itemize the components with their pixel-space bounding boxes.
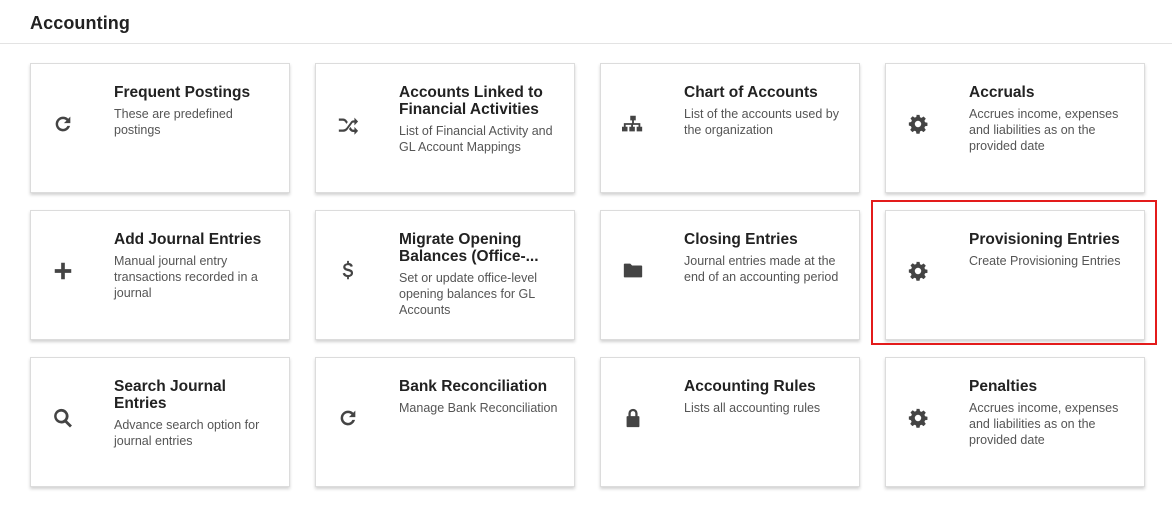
card-closing-entries[interactable]: Closing Entries Journal entries made at … <box>600 210 860 340</box>
card-text: Accounting Rules Lists all accounting ru… <box>684 378 847 416</box>
search-icon <box>51 406 75 430</box>
card-title: Add Journal Entries <box>114 231 262 248</box>
card-text: Frequent Postings These are predefined p… <box>114 84 277 138</box>
card-text: Provisioning Entries Create Provisioning… <box>969 231 1132 269</box>
card-description: Advance search option for journal entrie… <box>114 418 260 448</box>
card-description: Create Provisioning Entries <box>969 254 1121 268</box>
card-text: Accounts Linked to Financial Activities … <box>399 84 562 155</box>
card-add-journal-entries[interactable]: Add Journal Entries Manual journal entry… <box>30 210 290 340</box>
accounting-page: Accounting Frequent Postings These are p… <box>0 0 1172 512</box>
accounting-cards-grid: Frequent Postings These are predefined p… <box>30 63 1145 487</box>
plus-icon <box>51 259 75 283</box>
card-text: Chart of Accounts List of the accounts u… <box>684 84 847 138</box>
card-title: Bank Reconciliation <box>399 378 548 395</box>
page-title: Accounting <box>30 13 130 33</box>
card-text: Add Journal Entries Manual journal entry… <box>114 231 277 301</box>
card-title: Provisioning Entries <box>969 231 1120 248</box>
card-title: Penalties <box>969 378 1038 395</box>
gear-icon <box>906 259 930 283</box>
refresh-icon <box>51 112 75 136</box>
card-title: Frequent Postings <box>114 84 251 101</box>
card-title: Accruals <box>969 84 1035 101</box>
card-accounting-rules[interactable]: Accounting Rules Lists all accounting ru… <box>600 357 860 487</box>
card-search-journal-entries[interactable]: Search Journal Entries Advance search op… <box>30 357 290 487</box>
refresh-icon <box>336 406 360 430</box>
card-text: Search Journal Entries Advance search op… <box>114 378 277 449</box>
gear-icon <box>906 112 930 136</box>
card-description: Accrues income, expenses and liabilities… <box>969 401 1119 447</box>
card-title: Migrate Opening Balances (Office-... <box>399 231 539 265</box>
card-frequent-postings[interactable]: Frequent Postings These are predefined p… <box>30 63 290 193</box>
card-description: Manage Bank Reconciliation <box>399 401 558 415</box>
card-description: Lists all accounting rules <box>684 401 821 415</box>
card-migrate-opening-balances[interactable]: Migrate Opening Balances (Office-... Set… <box>315 210 575 340</box>
card-text: Migrate Opening Balances (Office-... Set… <box>399 231 562 318</box>
gear-icon <box>906 406 930 430</box>
lock-icon <box>621 406 645 430</box>
card-description: List of Financial Activity and GL Accoun… <box>399 124 553 154</box>
card-description: These are predefined postings <box>114 107 233 137</box>
card-description: Set or update office-level opening balan… <box>399 271 538 317</box>
card-bank-reconciliation[interactable]: Bank Reconciliation Manage Bank Reconcil… <box>315 357 575 487</box>
card-description: Journal entries made at the end of an ac… <box>684 254 839 284</box>
card-text: Penalties Accrues income, expenses and l… <box>969 378 1132 448</box>
shuffle-icon <box>336 112 360 136</box>
card-accruals[interactable]: Accruals Accrues income, expenses and li… <box>885 63 1145 193</box>
dollar-icon <box>336 259 360 283</box>
folder-icon <box>621 259 645 283</box>
card-text: Accruals Accrues income, expenses and li… <box>969 84 1132 154</box>
card-text: Closing Entries Journal entries made at … <box>684 231 847 285</box>
card-title: Chart of Accounts <box>684 84 818 101</box>
page-header: Accounting <box>0 0 1172 44</box>
card-title: Accounting Rules <box>684 378 816 395</box>
card-description: Accrues income, expenses and liabilities… <box>969 107 1119 153</box>
card-description: Manual journal entry transactions record… <box>114 254 258 300</box>
card-accounts-linked[interactable]: Accounts Linked to Financial Activities … <box>315 63 575 193</box>
card-title: Accounts Linked to Financial Activities <box>399 84 543 118</box>
card-provisioning-entries[interactable]: Provisioning Entries Create Provisioning… <box>885 210 1145 340</box>
card-description: List of the accounts used by the organiz… <box>684 107 839 137</box>
card-text: Bank Reconciliation Manage Bank Reconcil… <box>399 378 562 416</box>
card-chart-of-accounts[interactable]: Chart of Accounts List of the accounts u… <box>600 63 860 193</box>
sitemap-icon <box>621 112 645 136</box>
card-title: Closing Entries <box>684 231 798 248</box>
card-penalties[interactable]: Penalties Accrues income, expenses and l… <box>885 357 1145 487</box>
card-title: Search Journal Entries <box>114 378 226 412</box>
